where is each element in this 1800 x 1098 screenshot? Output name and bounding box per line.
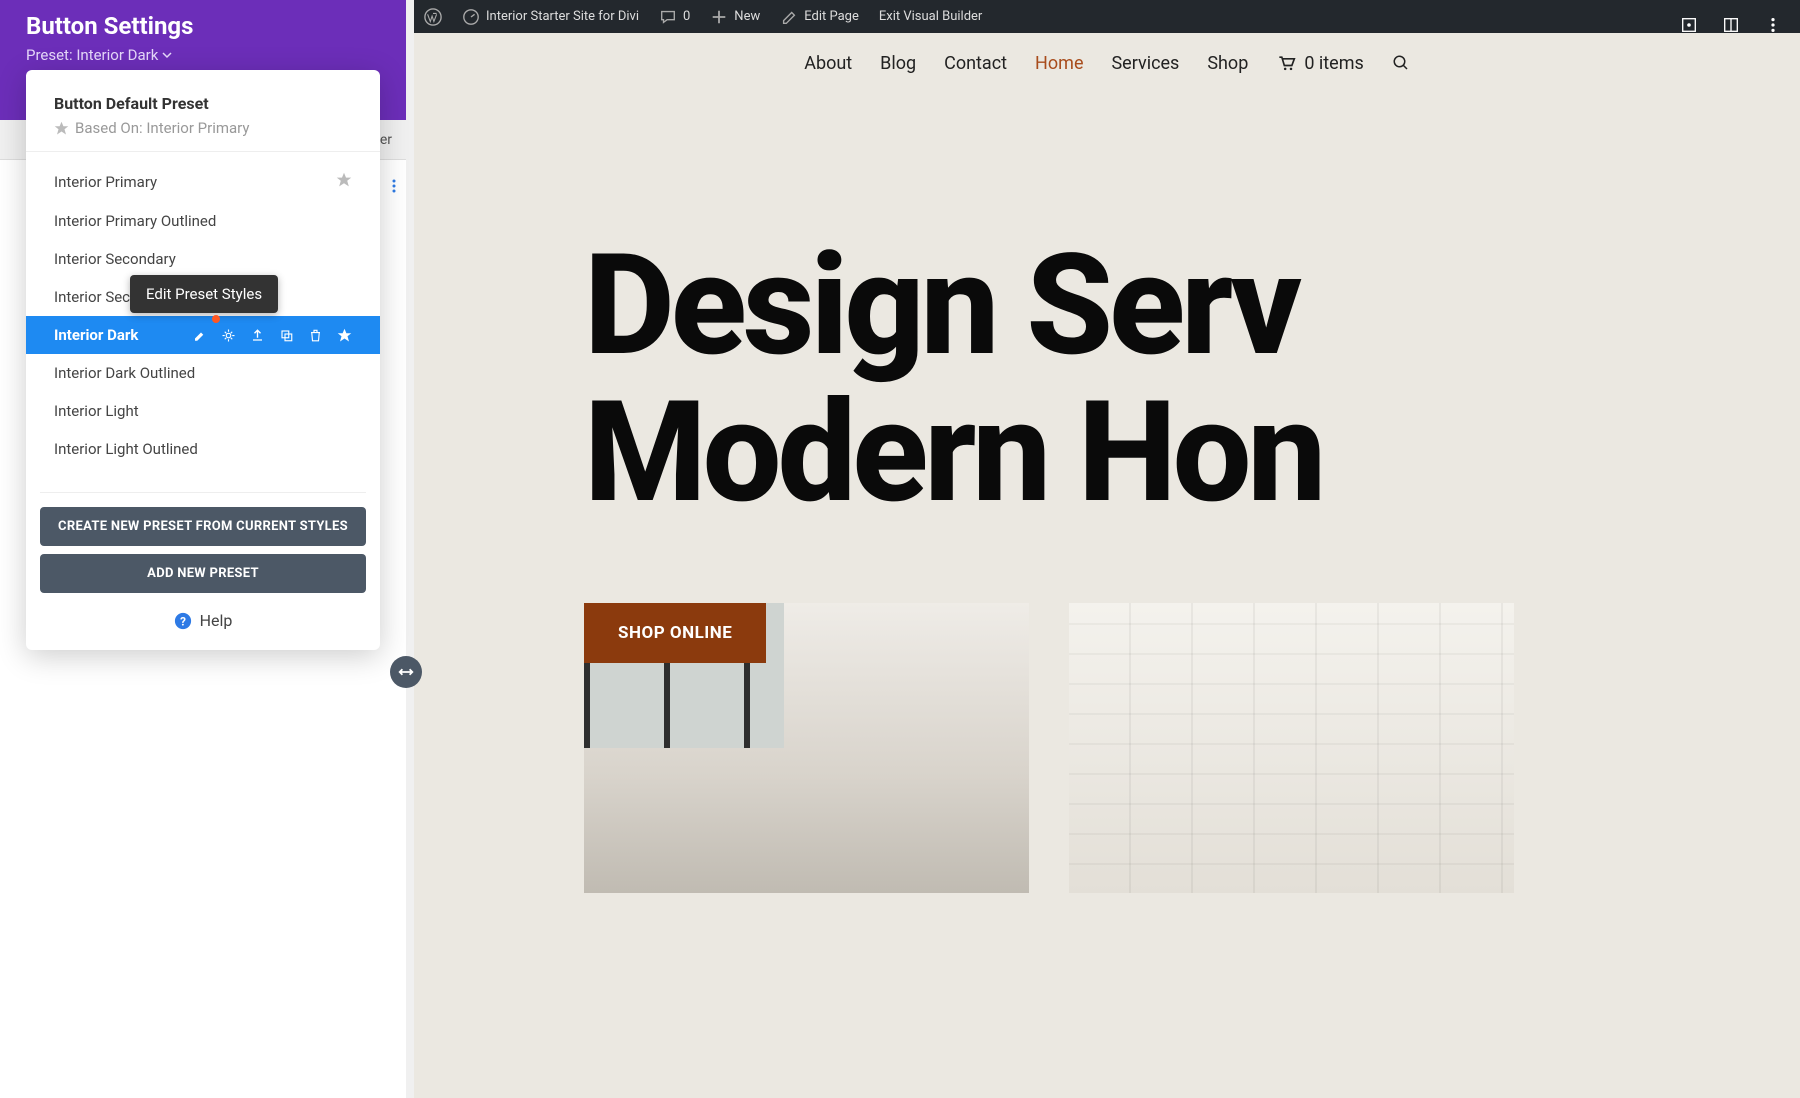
preset-list: Interior Primary Interior Primary Outlin… xyxy=(26,152,380,478)
nav-shop[interactable]: Shop xyxy=(1207,53,1248,74)
exit-builder-label: Exit Visual Builder xyxy=(879,9,982,24)
resize-icon xyxy=(397,663,415,681)
comments-link[interactable]: 0 xyxy=(649,0,700,33)
chevron-down-icon xyxy=(162,50,172,60)
comment-icon xyxy=(659,8,677,26)
more-icon[interactable] xyxy=(1764,16,1782,34)
module-options-icon[interactable] xyxy=(386,178,402,198)
cart-label: 0 items xyxy=(1304,53,1363,74)
panel-resize-handle[interactable] xyxy=(390,656,422,688)
preset-label: Preset: Interior Dark xyxy=(26,46,158,64)
columns-icon[interactable] xyxy=(1722,16,1740,34)
trash-icon[interactable] xyxy=(308,328,323,343)
tooltip-edit-preset: Edit Preset Styles xyxy=(130,275,278,313)
site-nav: About Blog Contact Home Services Shop 0 … xyxy=(414,33,1800,93)
edit-icon[interactable] xyxy=(192,328,207,343)
gear-icon[interactable] xyxy=(221,328,236,343)
site-title: Interior Starter Site for Divi xyxy=(486,9,639,24)
cart-icon xyxy=(1276,53,1296,73)
preset-item-label: Interior Primary xyxy=(54,173,157,191)
preset-dropdown: Button Default Preset Based On: Interior… xyxy=(26,70,380,650)
pencil-icon xyxy=(780,8,798,26)
preset-default-section: Button Default Preset Based On: Interior… xyxy=(26,70,380,152)
preset-item-interior-dark[interactable]: Interior Dark xyxy=(26,316,380,354)
exit-builder-link[interactable]: Exit Visual Builder xyxy=(869,0,992,33)
svg-text:?: ? xyxy=(180,614,186,628)
panel-title: Button Settings xyxy=(26,12,193,40)
tab-peek: er xyxy=(380,132,392,148)
preset-item-label: Interior Dark xyxy=(54,326,138,344)
nav-blog[interactable]: Blog xyxy=(880,53,916,74)
nav-home[interactable]: Home xyxy=(1035,53,1083,74)
help-link[interactable]: ? Help xyxy=(26,611,380,630)
preset-item-actions xyxy=(192,328,352,343)
default-star-icon[interactable] xyxy=(336,172,352,192)
wordpress-icon xyxy=(424,8,442,26)
preset-item-interior-secondary-1[interactable]: Interior Secondary xyxy=(26,240,380,278)
plus-icon xyxy=(710,8,728,26)
preset-item-label: Interior Primary Outlined xyxy=(54,212,216,230)
page-canvas: Design Serv Modern Hon SHOP ONLINE xyxy=(414,33,1800,1098)
help-icon: ? xyxy=(174,612,192,630)
hero-line2: Modern Hon xyxy=(584,380,1322,527)
dashboard-icon xyxy=(462,8,480,26)
star-icon[interactable] xyxy=(337,328,352,343)
help-label: Help xyxy=(200,611,233,630)
preset-item-label: Interior Secondary xyxy=(54,250,176,268)
nav-services[interactable]: Services xyxy=(1111,53,1179,74)
divider xyxy=(40,492,366,493)
nav-about[interactable]: About xyxy=(804,53,852,74)
nav-cart[interactable]: 0 items xyxy=(1276,53,1363,74)
new-label: New xyxy=(734,9,760,24)
comments-count: 0 xyxy=(683,9,690,24)
wp-logo[interactable] xyxy=(414,0,452,33)
hero-line1: Design Serv xyxy=(584,233,1322,380)
preset-item-interior-light-outlined[interactable]: Interior Light Outlined xyxy=(26,430,380,468)
edit-page-label: Edit Page xyxy=(804,9,859,24)
preset-item-interior-primary-outlined[interactable]: Interior Primary Outlined xyxy=(26,202,380,240)
hero-image-2 xyxy=(1069,603,1514,893)
preset-selector[interactable]: Preset: Interior Dark xyxy=(26,46,172,64)
hero-heading: Design Serv Modern Hon xyxy=(584,233,1322,527)
focus-icon[interactable] xyxy=(1680,16,1698,34)
based-on-label: Based On: Interior Primary xyxy=(75,119,249,137)
preset-default-title: Button Default Preset xyxy=(54,94,352,113)
add-preset-button[interactable]: ADD NEW PRESET xyxy=(40,554,366,593)
nav-contact[interactable]: Contact xyxy=(944,53,1007,74)
search-icon[interactable] xyxy=(1392,54,1410,72)
panel-header-icons xyxy=(1680,16,1782,34)
edit-page-link[interactable]: Edit Page xyxy=(770,0,869,33)
wp-adminbar: Interior Starter Site for Divi 0 New Edi… xyxy=(414,0,1800,33)
copy-icon[interactable] xyxy=(279,328,294,343)
star-icon xyxy=(54,121,69,136)
preset-item-label: Interior Light Outlined xyxy=(54,440,198,458)
site-link[interactable]: Interior Starter Site for Divi xyxy=(452,0,649,33)
upload-icon[interactable] xyxy=(250,328,265,343)
preset-item-interior-light[interactable]: Interior Light xyxy=(26,392,380,430)
preset-item-label: Interior Light xyxy=(54,402,139,420)
edit-indicator-dot xyxy=(212,315,220,323)
preset-item-label: Interior Dark Outlined xyxy=(54,364,195,382)
create-preset-button[interactable]: CREATE NEW PRESET FROM CURRENT STYLES xyxy=(40,507,366,546)
preset-based-on: Based On: Interior Primary xyxy=(54,119,352,137)
shop-online-button[interactable]: SHOP ONLINE xyxy=(584,603,766,663)
preset-item-interior-dark-outlined[interactable]: Interior Dark Outlined xyxy=(26,354,380,392)
new-link[interactable]: New xyxy=(700,0,770,33)
preset-item-interior-primary[interactable]: Interior Primary xyxy=(26,162,380,202)
